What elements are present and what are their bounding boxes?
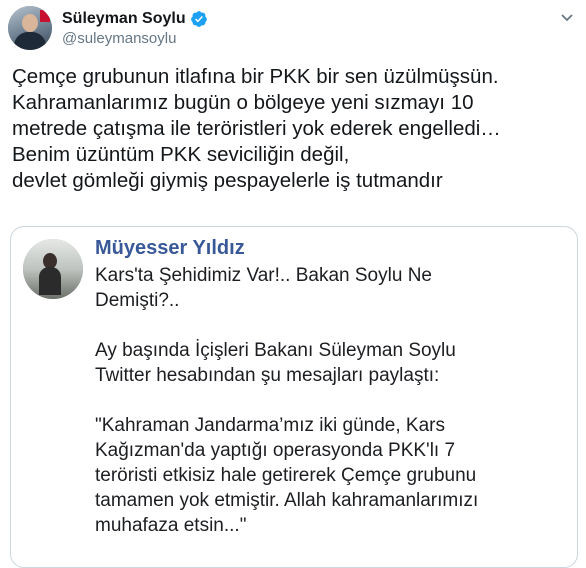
verified-badge-icon	[190, 10, 208, 28]
tweet-text: Çemçe grubunun itlafına bir PKK bir sen …	[12, 65, 501, 192]
quoted-post-card[interactable]: Müyesser Yıldız Kars'ta Şehidimiz Var!..…	[10, 226, 578, 568]
author-names: Süleyman Soylu @suleymansoylu	[62, 10, 208, 47]
author-handle[interactable]: @suleymansoylu	[62, 30, 208, 47]
quoted-author-name[interactable]: Müyesser Yıldız	[95, 237, 245, 260]
author-name-row: Süleyman Soylu	[62, 10, 208, 28]
tweet-header: Süleyman Soylu @suleymansoylu	[8, 4, 208, 52]
quoted-post-text: Kars'ta Şehidimiz Var!.. Bakan Soylu Ne …	[95, 265, 479, 536]
quoted-author-avatar[interactable]	[23, 239, 83, 299]
chevron-down-icon[interactable]	[560, 10, 574, 24]
author-avatar[interactable]	[8, 6, 52, 50]
author-display-name[interactable]: Süleyman Soylu	[62, 10, 186, 28]
